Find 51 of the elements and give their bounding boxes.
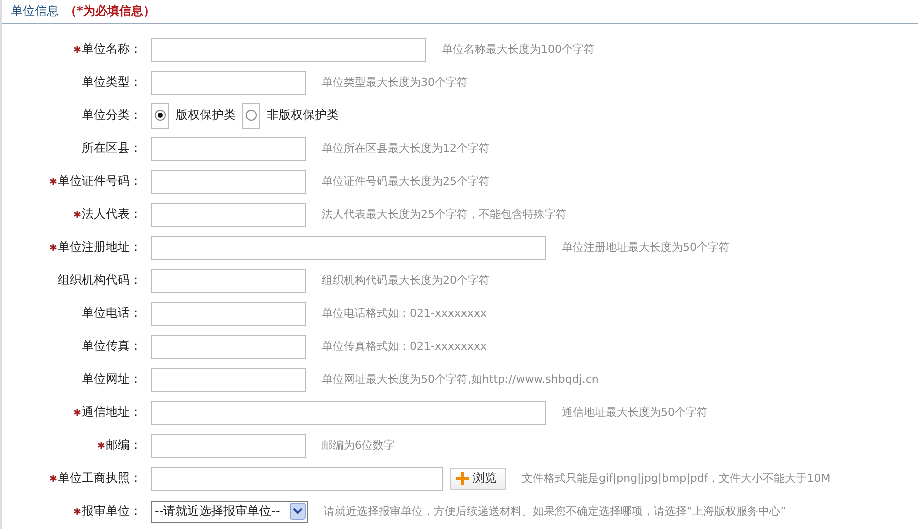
required-note: （*为必填信息） (65, 3, 156, 20)
field-label: 报审单位： (82, 503, 142, 520)
field-label: 通信地址： (82, 404, 142, 421)
section-title: 单位信息 (11, 3, 59, 20)
field-label: 单位网址： (82, 371, 142, 388)
radio-label[interactable]: 版权保护类 (176, 107, 236, 124)
hint-text: 邮编为6位数字 (322, 438, 395, 453)
field-label: 组织机构代码： (58, 272, 142, 289)
hint-text: 单位所在区县最大长度为12个字符 (322, 141, 490, 156)
hint-text: 单位名称最大长度为100个字符 (442, 42, 595, 57)
input-field[interactable] (151, 400, 546, 424)
field-label: 单位传真： (82, 338, 142, 355)
input-field[interactable] (151, 434, 306, 458)
field-label: 所在区县： (82, 140, 142, 157)
field-label: 单位名称： (82, 41, 142, 58)
input-field[interactable] (151, 236, 546, 260)
hint-text: 通信地址最大长度为50个字符 (562, 405, 708, 420)
input-field[interactable] (151, 268, 306, 292)
plus-icon (456, 472, 469, 485)
input-field[interactable] (151, 70, 306, 94)
input-field[interactable] (151, 368, 306, 392)
hint-text: 组织机构代码最大长度为20个字符 (322, 273, 490, 288)
hint-text: 文件格式只能是gif|png|jpg|bmp|pdf，文件大小不能大于10M (522, 471, 831, 486)
hint-text: 单位电话格式如：021-xxxxxxxx (322, 306, 488, 321)
hint-text: 单位注册地址最大长度为50个字符 (562, 240, 730, 255)
field-label: 邮编： (106, 437, 142, 454)
file-path-field[interactable] (151, 466, 443, 490)
input-field[interactable] (151, 170, 306, 194)
input-field[interactable] (151, 302, 306, 326)
hint-text: 法人代表最大长度为25个字符，不能包含特殊字符 (322, 207, 567, 222)
hint-text: 单位传真格式如：021-xxxxxxxx (322, 339, 488, 354)
browse-button[interactable]: 浏览 (450, 468, 506, 490)
field-label: 单位电话： (82, 305, 142, 322)
input-field[interactable] (151, 38, 426, 62)
radio-button[interactable] (242, 102, 260, 128)
input-field[interactable] (151, 202, 306, 226)
field-label: 单位类型： (82, 74, 142, 91)
radio-button[interactable] (151, 102, 169, 128)
field-label: 单位分类： (82, 107, 142, 124)
radio-label[interactable]: 非版权保护类 (267, 107, 339, 124)
select-dropdown[interactable]: --请就近选择报审单位-- (151, 500, 308, 522)
hint-text: 单位证件号码最大长度为25个字符 (322, 174, 490, 189)
field-label: 单位工商执照： (58, 470, 142, 487)
hint-text: 请就近选择报审单位，方便后续递送材料。如果您不确定选择哪项，请选择“上海版权服务中心” (324, 504, 786, 519)
field-label: 单位证件号码： (58, 173, 142, 190)
field-label: 单位注册地址： (58, 239, 142, 256)
hint-text: 单位类型最大长度为30个字符 (322, 75, 468, 90)
field-label: 法人代表： (82, 206, 142, 223)
hint-text: 单位网址最大长度为50个字符,如http://www.shbqdj.cn (322, 372, 599, 387)
input-field[interactable] (151, 334, 306, 358)
input-field[interactable] (151, 136, 306, 160)
